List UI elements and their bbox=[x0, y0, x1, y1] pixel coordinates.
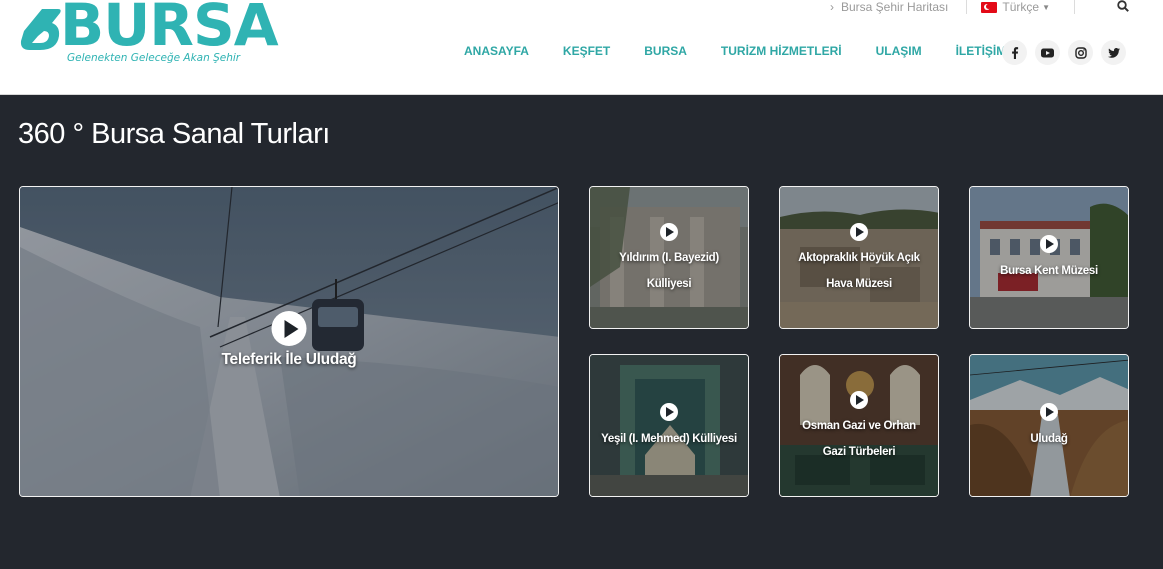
nav-item-iletisim[interactable]: İLETİŞİM bbox=[956, 44, 1007, 58]
nav-item-turizm-hizmetleri[interactable]: TURİZM HİZMETLERİ bbox=[721, 44, 842, 58]
tour-title-line: Gazi Türbeleri bbox=[822, 446, 896, 458]
bursa-logo[interactable]: BURSA Gelenekten Geleceğe Akan Şehir bbox=[18, 0, 279, 70]
play-icon[interactable] bbox=[1040, 403, 1058, 421]
tour-title: Teleferik İle Uludağ bbox=[221, 351, 357, 368]
nav-item-bursa[interactable]: BURSA bbox=[644, 44, 687, 58]
tour-card-uludag[interactable]: Uludağ bbox=[969, 354, 1129, 497]
top-utility-bar: › Bursa Şehir Haritası Türkçe ▼ bbox=[830, 0, 1089, 14]
tour-title: Yıldırım (I. Bayezid) Külliyesi bbox=[596, 245, 742, 297]
play-icon[interactable] bbox=[660, 403, 678, 421]
city-map-label: Bursa Şehir Haritası bbox=[841, 0, 949, 14]
facebook-icon bbox=[1011, 46, 1018, 59]
tour-card-aktopraklik-hoyuk[interactable]: Aktopraklık Höyük Açık Hava Müzesi bbox=[779, 186, 939, 329]
facebook-button[interactable] bbox=[1002, 40, 1027, 65]
instagram-icon bbox=[1074, 46, 1087, 59]
twitter-icon bbox=[1107, 47, 1120, 58]
twitter-button[interactable] bbox=[1101, 40, 1126, 65]
nav-item-kesfet[interactable]: KEŞFET bbox=[563, 44, 610, 58]
tour-title-line: Hava Müzesi bbox=[826, 278, 892, 290]
youtube-button[interactable] bbox=[1035, 40, 1060, 65]
tour-card-teleferik-ile-uludag[interactable]: Teleferik İle Uludağ bbox=[19, 186, 559, 497]
social-links bbox=[1002, 40, 1126, 65]
tour-card-bursa-kent-muzesi[interactable]: Bursa Kent Müzesi bbox=[969, 186, 1129, 329]
chevron-down-icon: ▼ bbox=[1042, 2, 1050, 12]
tour-card-yesil-mehmed-kulliyesi[interactable]: Yeşil (I. Mehmed) Külliyesi bbox=[589, 354, 749, 497]
tour-title-line: Külliyesi bbox=[646, 278, 692, 290]
topbar-divider bbox=[1073, 0, 1075, 14]
play-icon[interactable] bbox=[271, 311, 307, 346]
language-selector[interactable]: Türkçe ▼ bbox=[981, 0, 1050, 14]
play-icon[interactable] bbox=[660, 223, 678, 241]
nav-item-anasayfa[interactable]: ANASAYFA bbox=[464, 44, 529, 58]
tour-title: Bursa Kent Müzesi bbox=[1000, 265, 1098, 277]
language-label: Türkçe bbox=[1002, 0, 1040, 14]
tour-title: Yeşil (I. Mehmed) Külliyesi bbox=[601, 433, 737, 445]
logo-wordmark: BURSA bbox=[60, 0, 279, 59]
city-map-link[interactable]: › Bursa Şehir Haritası bbox=[830, 0, 948, 14]
tour-title-line: Osman Gazi ve Orhan bbox=[802, 420, 916, 432]
logo-b-mark bbox=[20, 9, 61, 50]
chevron-right-icon: › bbox=[830, 0, 834, 14]
youtube-icon bbox=[1041, 48, 1054, 57]
tour-title: Osman Gazi ve Orhan Gazi Türbeleri bbox=[786, 413, 932, 465]
turkey-flag-icon bbox=[981, 1, 998, 13]
tour-card-yildirim-bayezid-kulliyesi[interactable]: Yıldırım (I. Bayezid) Külliyesi bbox=[589, 186, 749, 329]
tour-title: Aktopraklık Höyük Açık Hava Müzesi bbox=[786, 245, 932, 297]
tour-title: Uludağ bbox=[1030, 433, 1068, 445]
tour-title-line: Yıldırım (I. Bayezid) bbox=[619, 252, 719, 264]
tour-card-osman-gazi-orhan-gazi-turbeleri[interactable]: Osman Gazi ve Orhan Gazi Türbeleri bbox=[779, 354, 939, 497]
nav-item-ulasim[interactable]: ULAŞIM bbox=[876, 44, 922, 58]
page-title: 360 ° Bursa Sanal Turları bbox=[18, 118, 330, 150]
play-icon[interactable] bbox=[850, 391, 868, 409]
site-header: BURSA Gelenekten Geleceğe Akan Şehir › B… bbox=[0, 0, 1163, 95]
search-icon[interactable] bbox=[1117, 0, 1129, 12]
topbar-divider bbox=[966, 0, 968, 14]
main-nav: ANASAYFA KEŞFET BURSA TURİZM HİZMETLERİ … bbox=[464, 44, 1006, 58]
play-icon[interactable] bbox=[1040, 235, 1058, 253]
play-icon[interactable] bbox=[850, 223, 868, 241]
instagram-button[interactable] bbox=[1068, 40, 1093, 65]
tour-title-line: Aktopraklık Höyük Açık bbox=[798, 252, 920, 264]
logo-tagline: Gelenekten Geleceğe Akan Şehir bbox=[67, 52, 241, 64]
